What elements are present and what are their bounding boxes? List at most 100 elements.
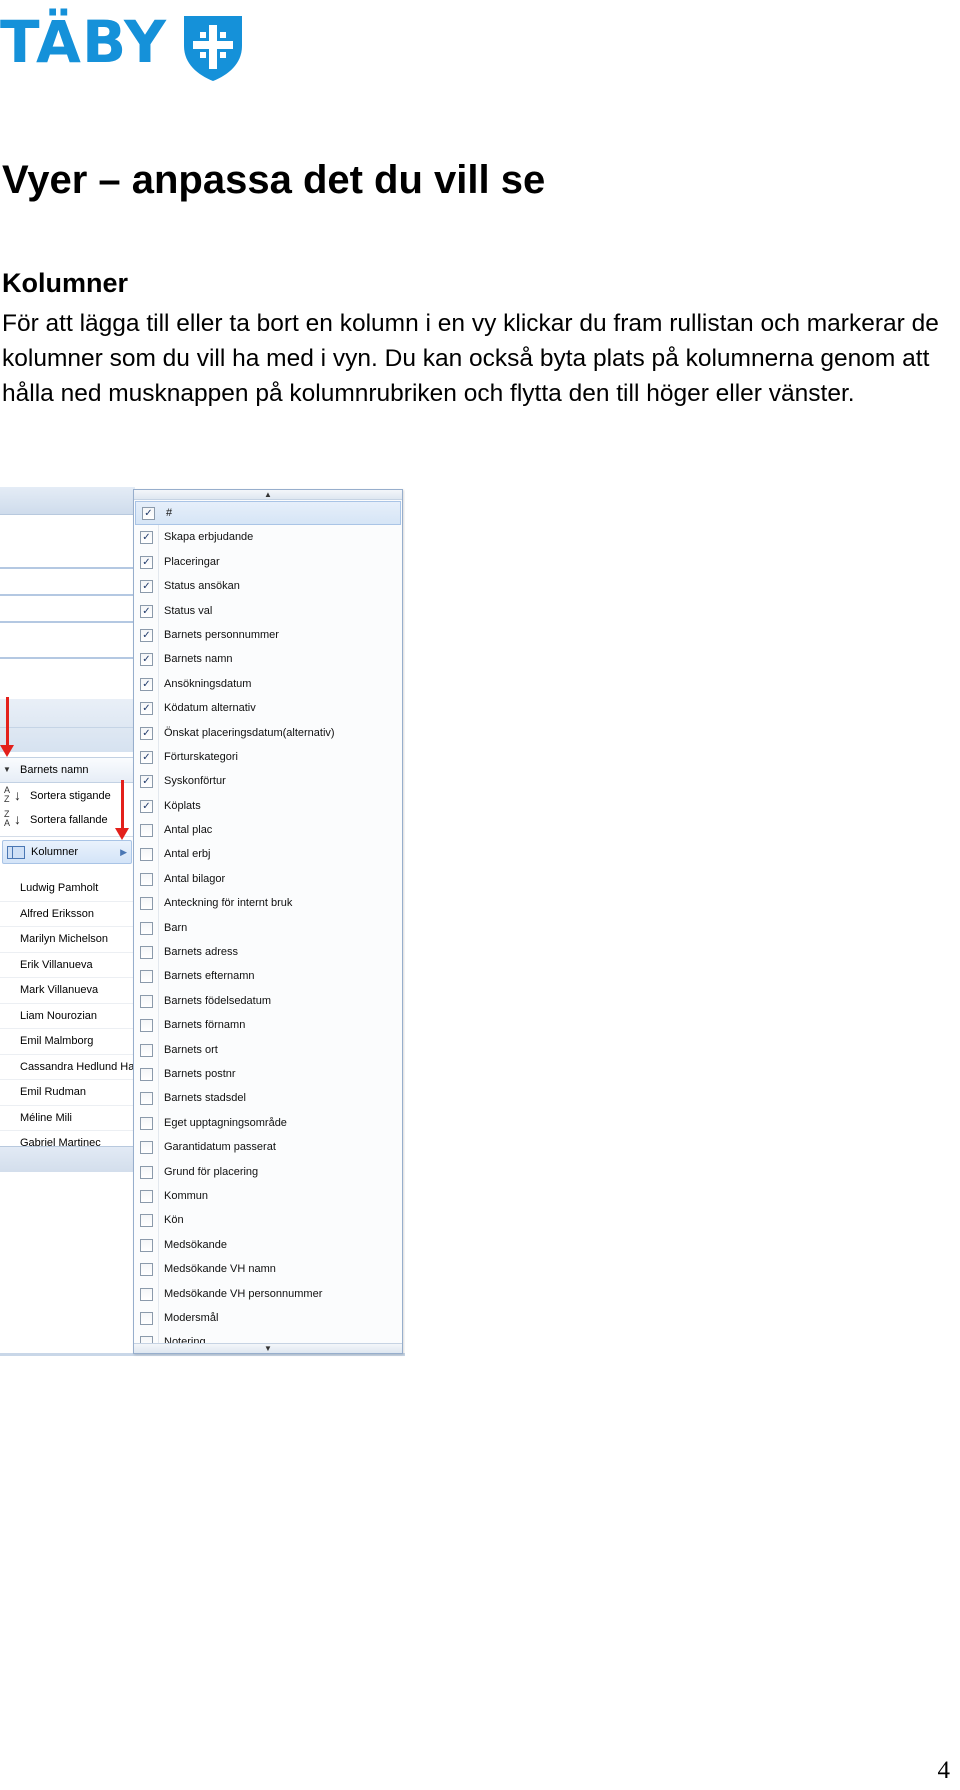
column-option-label: Anteckning för internt bruk	[164, 897, 293, 910]
column-option-item[interactable]: ✓ Förturskategori	[134, 745, 402, 769]
checkbox-checked[interactable]: ✓	[140, 702, 153, 716]
column-option-item[interactable]: ✓ Status ansökan	[134, 574, 402, 598]
columns-icon	[7, 846, 25, 859]
column-option-item[interactable]: ✓ Barnets personnummer	[134, 623, 402, 647]
column-option-item[interactable]: Barn	[134, 916, 402, 940]
checkbox-checked[interactable]: ✓	[140, 677, 153, 691]
sort-icon-letter: A	[4, 818, 11, 828]
table-row[interactable]: Cassandra Hedlund Ha	[0, 1055, 135, 1080]
checkbox-checked[interactable]: ✓	[140, 555, 153, 569]
section-heading: Kolumner	[2, 268, 129, 298]
column-option-item[interactable]: Antal bilagor	[134, 867, 402, 891]
column-option-item[interactable]: Barnets efternamn	[134, 964, 402, 988]
checkbox-unchecked[interactable]	[140, 946, 153, 960]
column-option-item[interactable]: Medsökande VH namn	[134, 1257, 402, 1281]
column-option-item[interactable]: ✓ Placeringar	[134, 550, 402, 574]
checkbox-unchecked[interactable]	[140, 1311, 153, 1325]
checkbox-checked[interactable]: ✓	[140, 750, 153, 764]
checkbox-checked[interactable]: ✓	[140, 580, 153, 594]
column-option-item[interactable]: ✓ Ködatum alternativ	[134, 696, 402, 720]
checkbox-unchecked[interactable]	[140, 1043, 153, 1057]
checkbox-checked[interactable]: ✓	[140, 726, 153, 740]
column-option-item[interactable]: Medsökande VH personnummer	[134, 1282, 402, 1306]
checkbox-unchecked[interactable]	[140, 1336, 153, 1343]
table-row[interactable]: Mark Villanueva	[0, 978, 135, 1004]
column-option-item[interactable]: Anteckning för internt bruk	[134, 891, 402, 915]
checkbox-checked[interactable]: ✓	[140, 604, 153, 618]
column-option-item[interactable]: Modersmål	[134, 1306, 402, 1330]
checkbox-unchecked[interactable]	[140, 1238, 153, 1252]
checkbox-unchecked[interactable]	[140, 872, 153, 886]
table-row[interactable]: Liam Nourozian	[0, 1004, 135, 1029]
checkbox-unchecked[interactable]	[140, 1287, 153, 1301]
sort-ascending-item[interactable]: A Z ↓ Sortera stigande	[0, 784, 135, 808]
column-option-item[interactable]: Notering	[134, 1330, 402, 1343]
column-option-list: ✓ # ✓ Skapa erbjudande ✓ Placeringar ✓ Status a…	[134, 501, 402, 1343]
column-option-item[interactable]: Antal plac	[134, 818, 402, 842]
checkbox-unchecked[interactable]	[140, 921, 153, 935]
dropdown-icon[interactable]: ▼	[3, 758, 11, 782]
checkbox-checked[interactable]: ✓	[140, 628, 153, 642]
checkbox-unchecked[interactable]	[140, 1214, 153, 1228]
column-option-label: Syskonförtur	[164, 775, 226, 788]
column-option-item[interactable]: ✓ Skapa erbjudande	[134, 525, 402, 549]
checkbox-checked[interactable]: ✓	[142, 507, 155, 520]
checkbox-unchecked[interactable]	[140, 848, 153, 862]
name-list: Ludwig Pamholt Alfred Eriksson Marilyn Mic…	[0, 876, 135, 1157]
logo-wordmark: TÄBY	[0, 8, 167, 76]
checkbox-unchecked[interactable]	[140, 1165, 153, 1179]
column-option-item[interactable]: Barnets födelsedatum	[134, 989, 402, 1013]
table-row[interactable]: Marilyn Michelson	[0, 927, 135, 953]
column-option-item[interactable]: ✓ Köplats	[134, 794, 402, 818]
checkbox-unchecked[interactable]	[140, 824, 153, 838]
columns-submenu: ▲ ✓ # ✓ Skapa erbjudande ✓ Placeringar ✓ Status…	[133, 489, 403, 1354]
checkbox-unchecked[interactable]	[140, 1141, 153, 1155]
column-option-item[interactable]: Kommun	[134, 1184, 402, 1208]
checkbox-checked[interactable]: ✓	[140, 653, 153, 667]
column-header-barnets-namn[interactable]: ▼ Barnets namn	[0, 757, 135, 783]
column-option-item[interactable]: ✓ Önskat placeringsdatum(alternativ)	[134, 721, 402, 745]
table-row[interactable]: Erik Villanueva	[0, 953, 135, 978]
checkbox-unchecked[interactable]	[140, 1067, 153, 1081]
column-option-label: Barnets personnummer	[164, 628, 279, 641]
column-option-item[interactable]: Barnets adress	[134, 940, 402, 964]
scroll-up-button[interactable]: ▲	[134, 490, 402, 500]
column-option-item[interactable]: Eget upptagningsområde	[134, 1111, 402, 1135]
column-option-item[interactable]: Medsökande	[134, 1233, 402, 1257]
column-option-item[interactable]: ✓ Status val	[134, 599, 402, 623]
column-option-item[interactable]: ✓ Ansökningsdatum	[134, 672, 402, 696]
checkbox-unchecked[interactable]	[140, 1019, 153, 1033]
checkbox-unchecked[interactable]	[140, 1263, 153, 1277]
column-option-item[interactable]: ✓ Syskonförtur	[134, 769, 402, 793]
checkbox-unchecked[interactable]	[140, 994, 153, 1008]
column-option-item[interactable]: ✓ #	[135, 501, 401, 526]
table-row[interactable]: Alfred Eriksson	[0, 902, 135, 927]
table-row[interactable]: Emil Rudman	[0, 1080, 135, 1106]
table-row[interactable]: Ludwig Pamholt	[0, 876, 135, 902]
column-option-item[interactable]: Barnets förnamn	[134, 1013, 402, 1037]
column-option-item[interactable]: Antal erbj	[134, 842, 402, 866]
column-option-item[interactable]: Kön	[134, 1208, 402, 1232]
checkbox-unchecked[interactable]	[140, 1189, 153, 1203]
column-option-item[interactable]: Barnets postnr	[134, 1062, 402, 1086]
checkbox-unchecked[interactable]	[140, 1092, 153, 1106]
checkbox-unchecked[interactable]	[140, 970, 153, 984]
checkbox-checked[interactable]: ✓	[140, 531, 153, 545]
column-option-label: Barnets namn	[164, 653, 233, 666]
checkbox-unchecked[interactable]	[140, 1116, 153, 1130]
column-option-label: Eget upptagningsområde	[164, 1116, 287, 1129]
column-option-item[interactable]: Garantidatum passerat	[134, 1135, 402, 1159]
columns-menu-item[interactable]: Kolumner ▶	[2, 840, 132, 864]
scroll-down-button[interactable]: ▼	[134, 1343, 402, 1353]
column-option-item[interactable]: ✓ Barnets namn	[134, 647, 402, 671]
column-option-label: Barn	[164, 921, 188, 934]
checkbox-unchecked[interactable]	[140, 897, 153, 911]
column-option-item[interactable]: Barnets stadsdel	[134, 1086, 402, 1110]
checkbox-checked[interactable]: ✓	[140, 775, 153, 789]
table-row[interactable]: Méline Mili	[0, 1106, 135, 1131]
column-option-item[interactable]: Grund för placering	[134, 1160, 402, 1184]
table-row[interactable]: Emil Malmborg	[0, 1029, 135, 1055]
body-paragraph: För att lägga till eller ta bort en kolu…	[2, 310, 939, 407]
checkbox-checked[interactable]: ✓	[140, 799, 153, 813]
column-option-item[interactable]: Barnets ort	[134, 1038, 402, 1062]
